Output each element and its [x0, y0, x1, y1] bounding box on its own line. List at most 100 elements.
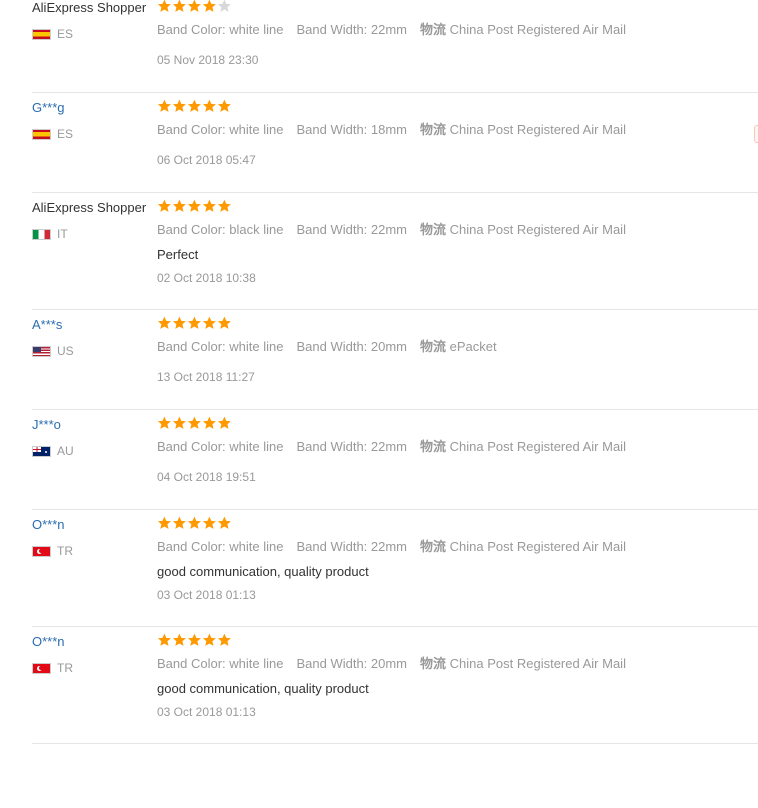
star-filled-icon	[217, 99, 231, 112]
star-filled-icon	[187, 633, 201, 646]
shipping-method: China Post Registered Air Mail	[449, 22, 626, 37]
star-filled-icon	[172, 633, 186, 646]
shipping-label: 物流	[420, 439, 447, 454]
country-code: AU	[57, 444, 74, 458]
star-filled-icon	[217, 516, 231, 529]
review-date: 13 Oct 2018 11:27	[157, 370, 255, 384]
feedback-text: good communication, quality product	[157, 681, 369, 696]
buyer-name[interactable]: O***n	[32, 517, 65, 533]
shipping-method: China Post Registered Air Mail	[449, 656, 626, 671]
star-filled-icon	[157, 316, 171, 329]
star-filled-icon	[172, 99, 186, 112]
review-item: A***s US Band Color: white line Band Widt…	[32, 310, 758, 410]
buyer-name: AliExpress Shopper	[32, 200, 147, 215]
star-filled-icon	[187, 199, 201, 212]
band-width-attr: Band Width: 22mm	[296, 539, 408, 554]
band-color-attr: Band Color: white line	[157, 656, 284, 671]
order-attributes: Band Color: black line Band Width: 22mm 物流…	[157, 222, 626, 238]
review-date: 04 Oct 2018 19:51	[157, 470, 256, 484]
country-code: IT	[57, 227, 68, 241]
star-rating	[157, 633, 231, 649]
star-filled-icon	[202, 199, 216, 212]
shipping-label: 物流	[420, 656, 447, 671]
turkey-flag-icon	[32, 545, 51, 557]
country-code: ES	[57, 27, 74, 41]
star-rating	[157, 0, 231, 15]
star-filled-icon	[217, 416, 231, 429]
shipping-label: 物流	[420, 22, 447, 37]
order-attributes: Band Color: white line Band Width: 20mm 物流…	[157, 339, 497, 355]
band-width-attr: Band Width: 20mm	[296, 656, 408, 671]
buyer-name[interactable]: G***g	[32, 100, 65, 116]
band-color-attr: Band Color: white line	[157, 539, 284, 554]
review-item: J***o AU Band Color: white line Band Widt…	[32, 410, 758, 510]
buyer-country: TR	[32, 660, 73, 676]
order-attributes: Band Color: white line Band Width: 20mm 物流…	[157, 656, 626, 672]
band-width-attr: Band Width: 18mm	[296, 122, 408, 137]
shipping-label: 物流	[420, 539, 447, 554]
country-code: ES	[57, 127, 74, 141]
buyer-name[interactable]: A***s	[32, 317, 62, 333]
review-date: 02 Oct 2018 10:38	[157, 271, 256, 285]
country-code: US	[57, 344, 74, 358]
band-color-attr: Band Color: black line	[157, 222, 284, 237]
star-filled-icon	[187, 0, 201, 12]
buyer-country: AU	[32, 443, 74, 459]
feedback-text: Perfect	[157, 247, 199, 262]
star-filled-icon	[187, 516, 201, 529]
buyer-country: US	[32, 343, 74, 359]
star-filled-icon	[172, 516, 186, 529]
star-filled-icon	[172, 316, 186, 329]
shipping-label: 物流	[420, 222, 447, 237]
order-attributes: Band Color: white line Band Width: 18mm 物流…	[157, 122, 626, 138]
star-filled-icon	[202, 0, 216, 12]
review-date: 03 Oct 2018 01:13	[157, 705, 256, 719]
star-filled-icon	[217, 199, 231, 212]
star-filled-icon	[202, 516, 216, 529]
turkey-flag-icon	[32, 662, 51, 674]
side-widget-edge[interactable]	[754, 125, 758, 143]
australia-flag-icon	[32, 445, 51, 457]
star-rating	[157, 99, 231, 115]
review-item: G***g ES Band Color: white line Band Widt…	[32, 93, 758, 193]
review-date: 03 Oct 2018 01:13	[157, 588, 256, 602]
feedback-list: AliExpress Shopper ES Band Color: white …	[0, 0, 758, 744]
shipping-method: China Post Registered Air Mail	[449, 122, 626, 137]
review-item: O***n TR Band Color: white line Band Widt…	[32, 510, 758, 627]
star-filled-icon	[157, 199, 171, 212]
country-code: TR	[57, 544, 73, 558]
buyer-country: TR	[32, 543, 73, 559]
star-filled-icon	[172, 199, 186, 212]
buyer-name[interactable]: J***o	[32, 417, 61, 433]
italy-flag-icon	[32, 228, 51, 240]
star-filled-icon	[187, 99, 201, 112]
star-filled-icon	[202, 416, 216, 429]
buyer-country: IT	[32, 226, 68, 242]
star-filled-icon	[217, 633, 231, 646]
star-filled-icon	[217, 316, 231, 329]
review-date: 06 Oct 2018 05:47	[157, 153, 256, 167]
star-empty-icon	[217, 0, 231, 12]
shipping-method: China Post Registered Air Mail	[449, 222, 626, 237]
shipping-method: ePacket	[449, 339, 497, 354]
star-rating	[157, 199, 231, 215]
review-item: AliExpress Shopper IT Band Color: black …	[32, 193, 758, 310]
review-date: 05 Nov 2018 23:30	[157, 53, 259, 67]
spain-flag-icon	[32, 28, 51, 40]
shipping-label: 物流	[420, 122, 447, 137]
star-filled-icon	[157, 99, 171, 112]
country-code: TR	[57, 661, 73, 675]
star-rating	[157, 316, 231, 332]
buyer-name[interactable]: O***n	[32, 634, 65, 650]
star-filled-icon	[172, 0, 186, 12]
review-item: AliExpress Shopper ES Band Color: white …	[32, 0, 758, 93]
band-color-attr: Band Color: white line	[157, 439, 284, 454]
band-color-attr: Band Color: white line	[157, 22, 284, 37]
star-filled-icon	[157, 516, 171, 529]
band-width-attr: Band Width: 22mm	[296, 222, 408, 237]
star-filled-icon	[157, 0, 171, 12]
band-width-attr: Band Width: 20mm	[296, 339, 408, 354]
buyer-name: AliExpress Shopper	[32, 0, 147, 15]
band-color-attr: Band Color: white line	[157, 122, 284, 137]
star-filled-icon	[157, 633, 171, 646]
